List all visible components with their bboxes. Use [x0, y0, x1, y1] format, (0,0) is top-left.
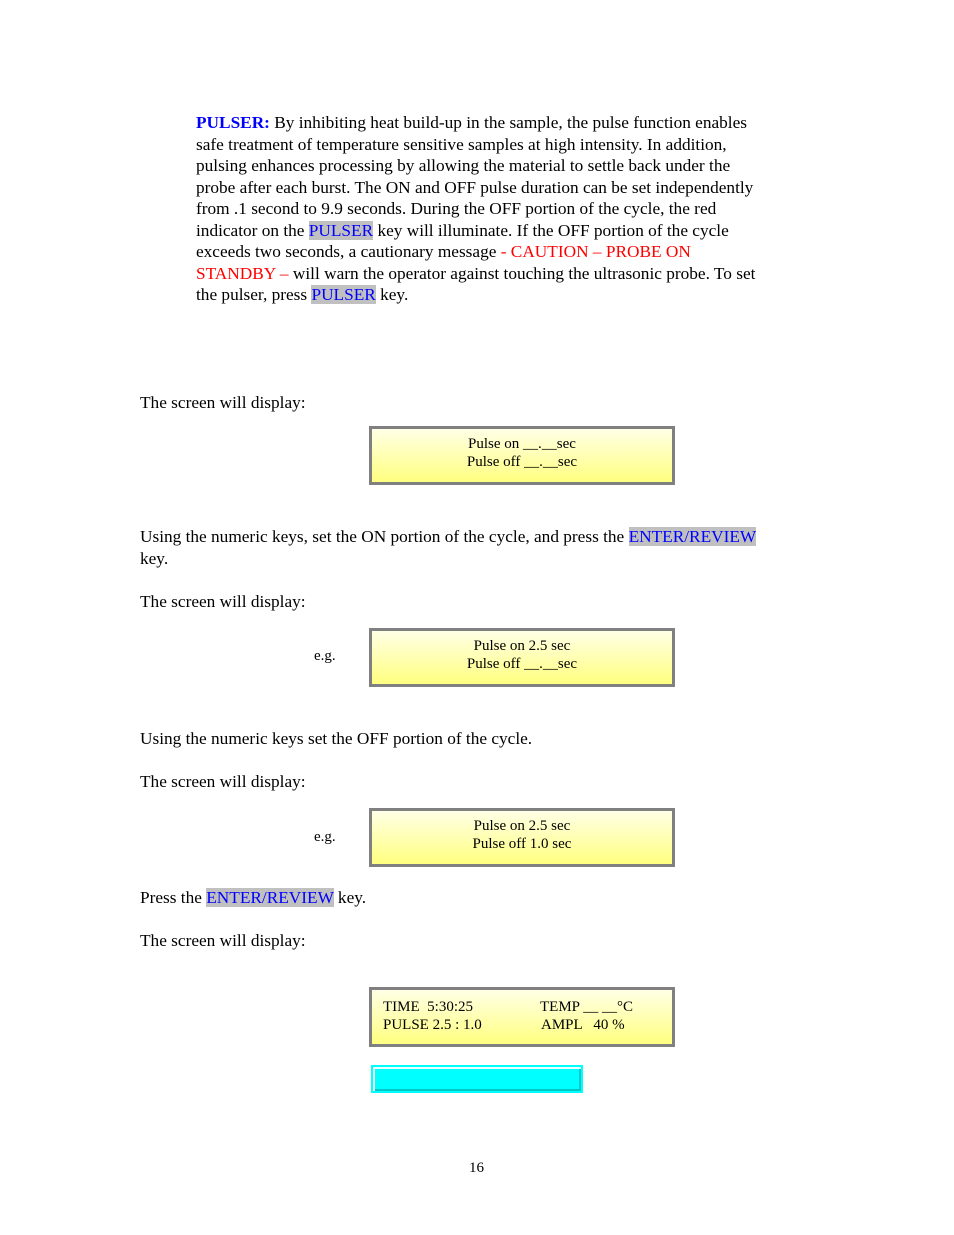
text: exceeds two seconds, a cautionary messag…: [196, 242, 501, 261]
lcd-display-status: TIME 5:30:25 TEMP __ __°C PULSE 2.5 : 1.…: [369, 987, 675, 1047]
progress-bar: [371, 1065, 583, 1093]
lcd-line-1: Pulse on __.__sec: [468, 436, 576, 452]
caution-message: - CAUTION – PROBE ON: [500, 242, 691, 261]
enter-review-key-reference: ENTER/REVIEW: [206, 888, 334, 907]
caution-message-cont: STANDBY –: [196, 263, 289, 283]
screen-display-label-3: The screen will display:: [140, 772, 306, 791]
example-label: e.g.: [314, 648, 336, 664]
pulser-line-5: from .1 second to 9.9 seconds. During th…: [196, 199, 717, 218]
enter-review-key-reference: ENTER/REVIEW: [628, 527, 757, 546]
lcd-line-2: Pulse off __.__sec: [466, 454, 578, 470]
pulser-line-9: the pulser, press PULSER key.: [196, 284, 755, 306]
pulser-line-6: indicator on the PULSER key will illumin…: [196, 220, 755, 242]
pulser-line-2: safe treatment of temperature sensitive …: [196, 134, 727, 154]
pulser-key-reference: PULSER: [308, 220, 374, 240]
lcd-ampl: AMPL 40 %: [541, 1017, 625, 1033]
instruction-line: Using the numeric keys, set the ON porti…: [140, 526, 757, 548]
lcd-line-1: Pulse on 2.5 sec: [473, 638, 571, 654]
pulser-line-7: exceeds two seconds, a cautionary messag…: [196, 241, 755, 263]
lcd-display-3: Pulse on 2.5 sec Pulse off 1.0 sec: [369, 808, 675, 867]
text: Press the: [140, 888, 207, 907]
lcd-display-1: Pulse on __.__sec Pulse off __.__sec: [369, 426, 675, 485]
set-on-instruction: Using the numeric keys, set the ON porti…: [140, 526, 757, 569]
set-off-instruction: Using the numeric keys set the OFF porti…: [140, 729, 533, 748]
example-label: e.g.: [314, 829, 336, 845]
text: By inhibiting heat build-up in the sampl…: [269, 113, 748, 132]
instruction-line: key.: [140, 548, 169, 568]
text: will warn the operator against touching …: [288, 263, 756, 283]
page-number: 16: [469, 1160, 484, 1176]
pulser-key-reference: PULSER: [311, 285, 376, 304]
text: the pulser, press: [196, 285, 312, 304]
lcd-display-2: Pulse on 2.5 sec Pulse off __.__sec: [369, 628, 675, 687]
screen-display-label-2: The screen will display:: [140, 592, 306, 611]
lcd-line-1: Pulse on 2.5 sec: [473, 818, 571, 834]
lcd-time: TIME 5:30:25: [383, 999, 473, 1015]
text: indicator on the: [196, 220, 309, 240]
screen-display-label-1: The screen will display:: [140, 393, 306, 412]
pulser-line-1: PULSER: By inhibiting heat build-up in t…: [196, 112, 755, 134]
pulser-line-4: probe after each burst. The ON and OFF p…: [196, 177, 754, 197]
text: Using the numeric keys, set the ON porti…: [140, 527, 629, 546]
pulser-description: PULSER: By inhibiting heat build-up in t…: [196, 112, 755, 306]
lcd-pulse: PULSE 2.5 : 1.0: [383, 1017, 482, 1033]
lcd-line-2: Pulse off __.__sec: [466, 656, 578, 672]
pulser-line-8: STANDBY – will warn the operator against…: [196, 263, 755, 285]
pulser-line-3: pulsing enhances processing by allowing …: [196, 156, 731, 175]
press-enter-instruction: Press the ENTER/REVIEW key.: [140, 887, 366, 909]
text: key.: [375, 285, 409, 304]
screen-display-label-4: The screen will display:: [140, 931, 306, 950]
lcd-line-2: Pulse off 1.0 sec: [472, 836, 572, 852]
text: key will illuminate. If the OFF portion …: [373, 220, 729, 240]
text: key.: [333, 888, 367, 907]
pulser-heading: PULSER:: [196, 113, 270, 132]
lcd-temp: TEMP __ __°C: [540, 999, 633, 1015]
